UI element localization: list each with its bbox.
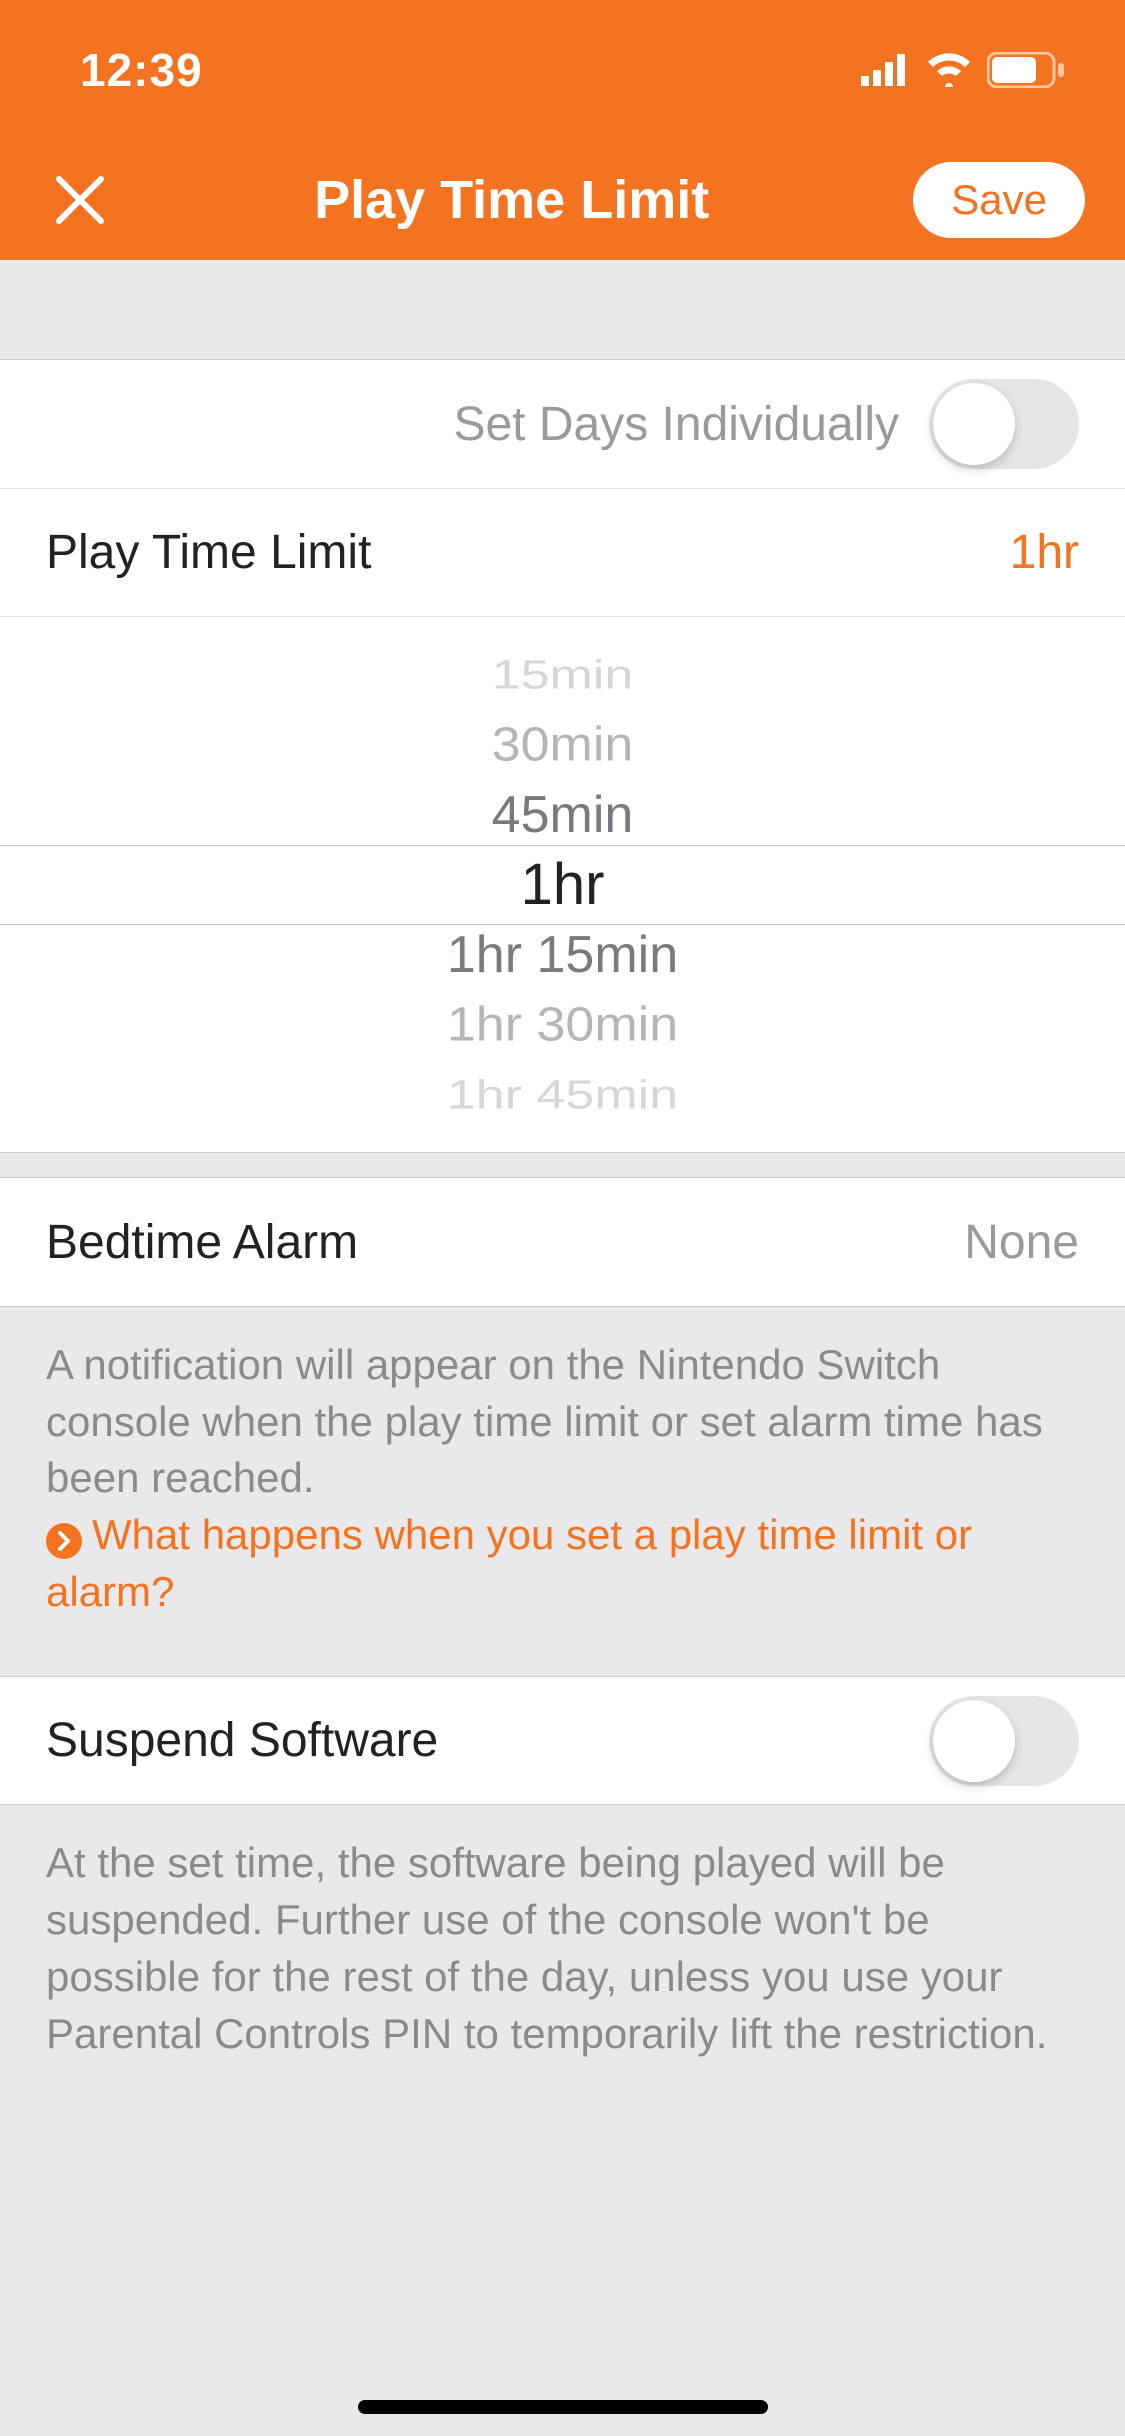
bedtime-alarm-label: Bedtime Alarm: [46, 1215, 358, 1270]
time-picker[interactable]: Not restricted 15min 30min 45min 1hr 1hr…: [0, 616, 1125, 1152]
status-icons: [861, 52, 1065, 88]
info-bedtime: A notification will appear on the Ninten…: [0, 1306, 1125, 1676]
row-bedtime-alarm[interactable]: Bedtime Alarm None: [0, 1178, 1125, 1306]
info-link[interactable]: What happens when you set a play time li…: [46, 1511, 972, 1615]
play-time-limit-value: 1hr: [1010, 525, 1079, 580]
spacer: [0, 1152, 1125, 1178]
row-play-time-limit[interactable]: Play Time Limit 1hr: [0, 488, 1125, 616]
wifi-icon: [925, 53, 973, 87]
battery-icon: [987, 52, 1065, 88]
status-time: 12:39: [80, 43, 203, 97]
row-suspend-software[interactable]: Suspend Software: [0, 1676, 1125, 1804]
picker-option[interactable]: 30min: [0, 712, 1125, 776]
picker-option[interactable]: 15min: [0, 647, 1125, 702]
set-days-toggle[interactable]: [929, 379, 1079, 469]
row-set-days-individually[interactable]: Set Days Individually: [0, 360, 1125, 488]
cellular-icon: [861, 54, 911, 86]
set-days-label: Set Days Individually: [453, 397, 899, 452]
page-title: Play Time Limit: [314, 169, 709, 231]
content: Set Days Individually Play Time Limit 1h…: [0, 260, 1125, 2118]
info-suspend-text: At the set time, the software being play…: [46, 1839, 1047, 2056]
suspend-software-toggle[interactable]: [929, 1696, 1079, 1786]
close-icon: [53, 173, 107, 227]
close-button[interactable]: [50, 170, 110, 230]
chevron-right-icon: [46, 1523, 82, 1559]
play-time-limit-label: Play Time Limit: [46, 525, 371, 580]
spacer: [0, 260, 1125, 360]
picker-option-selected[interactable]: 1hr: [0, 850, 1125, 920]
info-bedtime-text: A notification will appear on the Ninten…: [46, 1341, 1043, 1501]
bedtime-alarm-value: None: [964, 1215, 1079, 1270]
picker-option[interactable]: 1hr 30min: [0, 992, 1125, 1056]
info-suspend: At the set time, the software being play…: [0, 1804, 1125, 2118]
info-link-text: What happens when you set a play time li…: [46, 1511, 972, 1615]
picker-option[interactable]: 1hr 45min: [0, 1067, 1125, 1122]
picker-option[interactable]: 45min: [0, 780, 1125, 850]
picker-option[interactable]: Not restricted: [0, 616, 1125, 626]
home-indicator: [358, 2400, 768, 2414]
status-bar: 12:39: [0, 0, 1125, 140]
picker-option[interactable]: 2hr: [0, 1143, 1125, 1152]
nav-bar: Play Time Limit Save: [0, 140, 1125, 260]
picker-option[interactable]: 1hr 15min: [0, 920, 1125, 990]
save-button[interactable]: Save: [913, 162, 1085, 238]
suspend-software-label: Suspend Software: [46, 1713, 438, 1768]
